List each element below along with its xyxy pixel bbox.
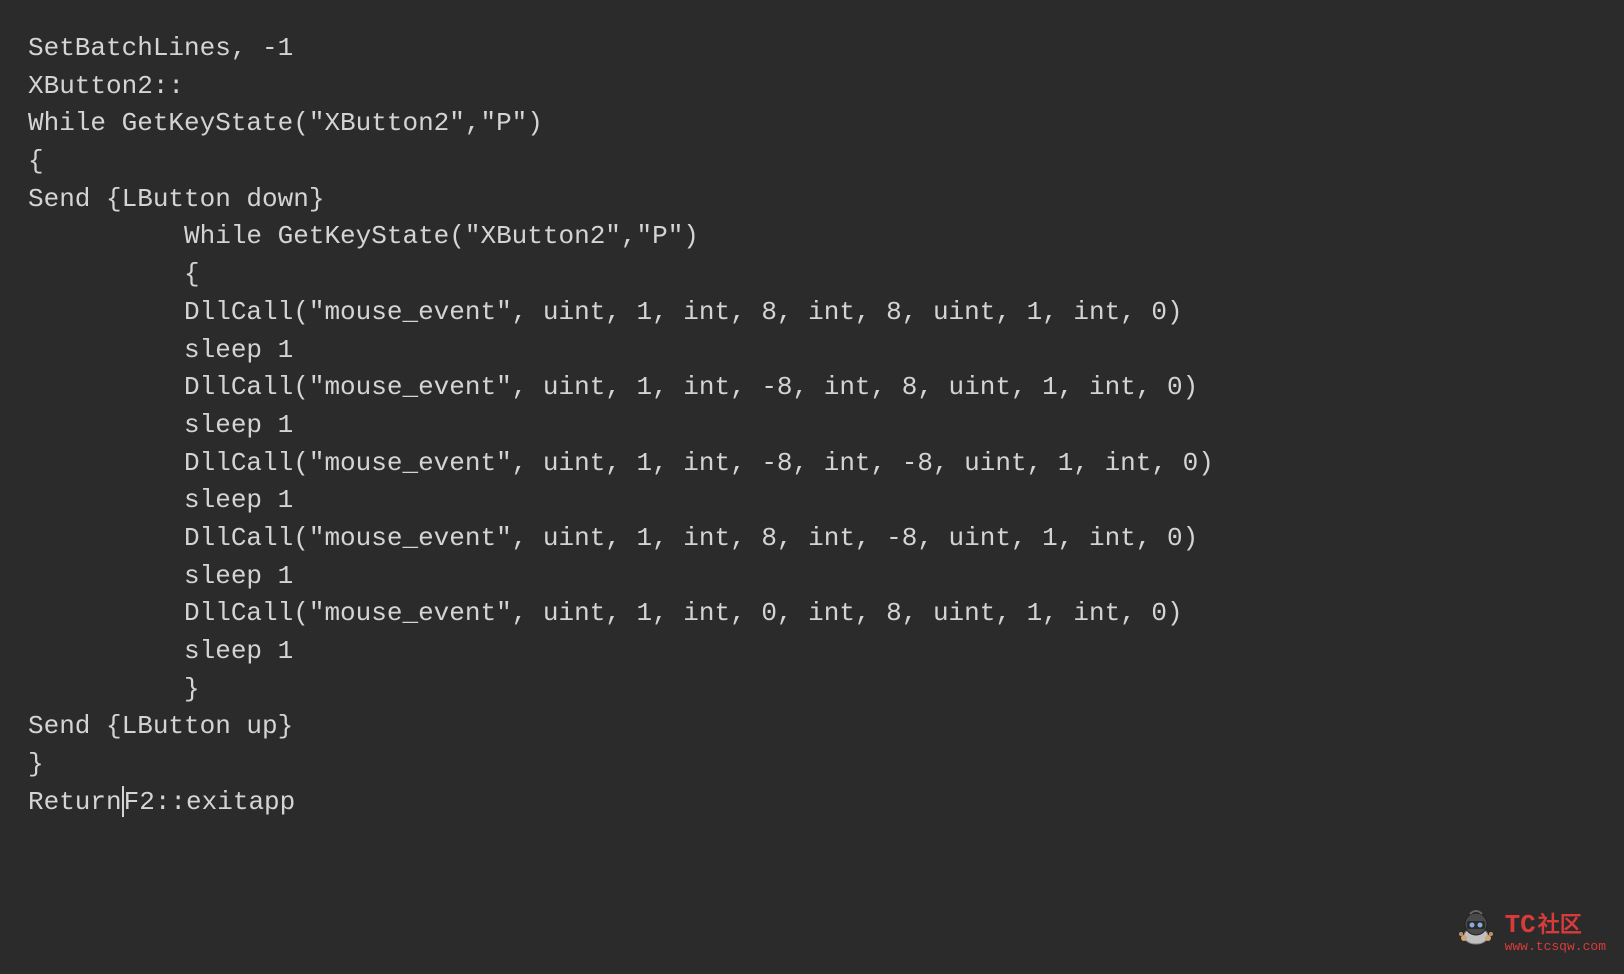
- code-line: While GetKeyState("XButton2","P"): [28, 221, 699, 251]
- code-line-after-cursor: F2::exitapp: [124, 787, 296, 817]
- code-line: {: [28, 146, 44, 176]
- code-line: DllCall("mouse_event", uint, 1, int, 0, …: [28, 598, 1183, 628]
- code-line: While GetKeyState("XButton2","P"): [28, 108, 543, 138]
- code-line: }: [28, 674, 200, 704]
- code-line: SetBatchLines, -1: [28, 33, 293, 63]
- code-line: DllCall("mouse_event", uint, 1, int, -8,…: [28, 372, 1198, 402]
- code-line: Send {LButton up}: [28, 711, 293, 741]
- watermark-text: TC 社区 www.tcsqw.com: [1505, 912, 1606, 953]
- code-line: }: [28, 749, 44, 779]
- code-line: sleep 1: [28, 485, 293, 515]
- code-line: DllCall("mouse_event", uint, 1, int, -8,…: [28, 448, 1214, 478]
- code-block: SetBatchLines, -1 XButton2:: While GetKe…: [28, 30, 1596, 821]
- code-line: Send {LButton down}: [28, 184, 324, 214]
- code-line: sleep 1: [28, 410, 293, 440]
- watermark-brand: TC: [1505, 912, 1536, 938]
- code-line: XButton2::: [28, 71, 184, 101]
- code-line: sleep 1: [28, 561, 293, 591]
- watermark-brand-cn: 社区: [1538, 914, 1582, 936]
- mascot-icon: [1453, 906, 1499, 959]
- code-line: DllCall("mouse_event", uint, 1, int, 8, …: [28, 297, 1183, 327]
- code-line-return: Return: [28, 787, 122, 817]
- code-line: sleep 1: [28, 335, 293, 365]
- code-line: DllCall("mouse_event", uint, 1, int, 8, …: [28, 523, 1198, 553]
- code-line: sleep 1: [28, 636, 293, 666]
- watermark: TC 社区 www.tcsqw.com: [1453, 906, 1606, 959]
- code-line: {: [28, 259, 200, 289]
- watermark-url: www.tcsqw.com: [1505, 940, 1606, 953]
